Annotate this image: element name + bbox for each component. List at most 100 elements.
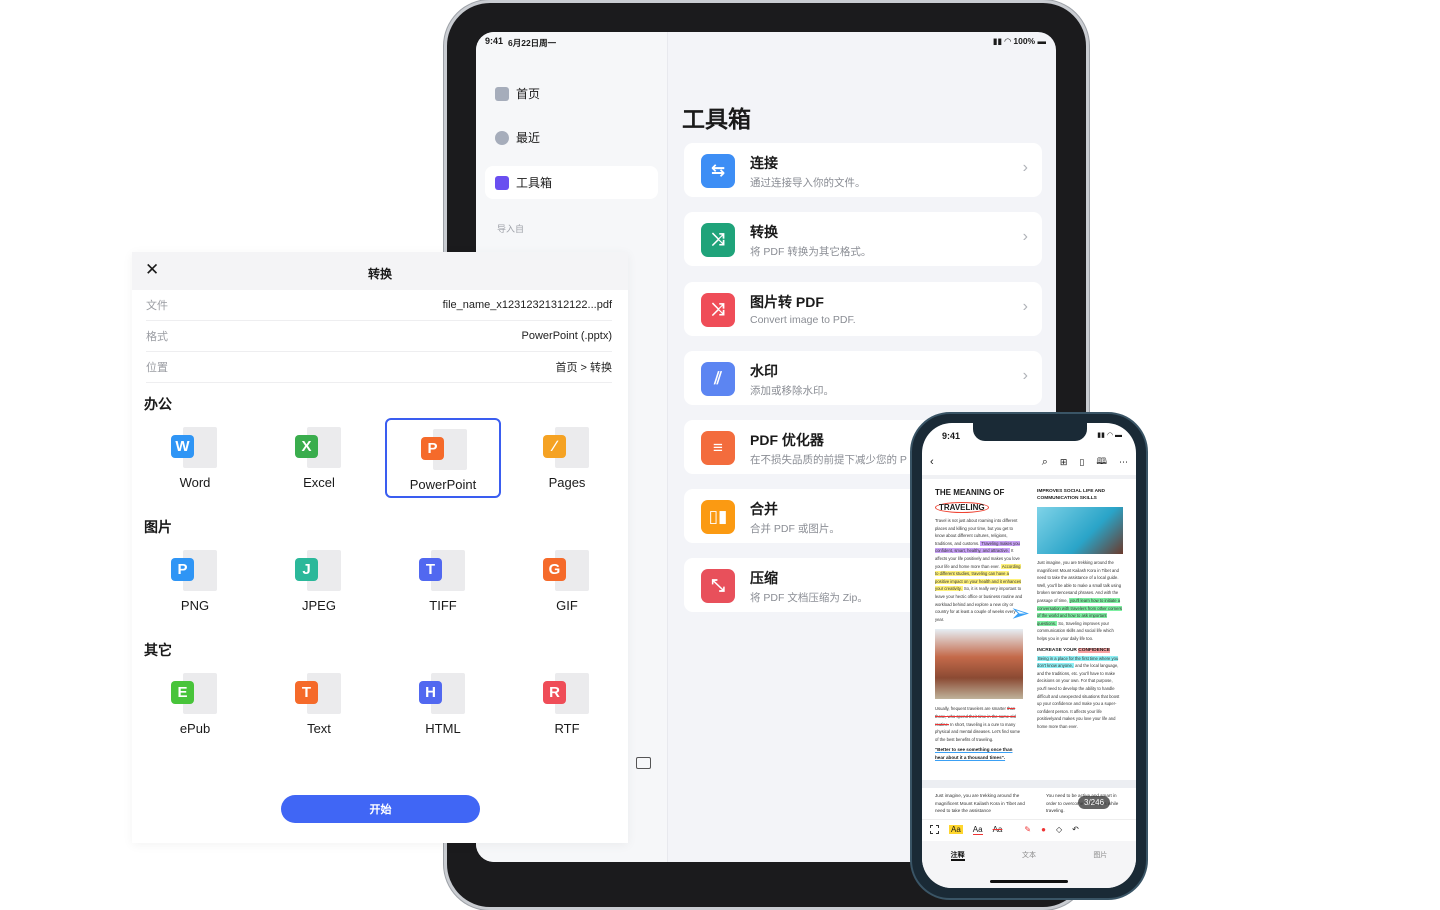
reader-toolbar: ‹ ⌕ ⊞ ▯ 🕮 ⋯ (922, 449, 1136, 475)
format-option-tiff[interactable]: T TIFF (385, 541, 501, 621)
back-icon[interactable]: ‹ (930, 456, 934, 468)
section-title: 办公 (144, 396, 172, 412)
page-indicator: 3/246 (1078, 796, 1111, 809)
tool-card[interactable]: ⇆ 连接 通过连接导入你的文件。 › (684, 143, 1042, 197)
format-option-html[interactable]: H HTML (385, 664, 501, 744)
format-label: RTF (554, 721, 580, 736)
doc-heading: IMPROVES SOCIAL LIFE AND COMMUNICATION S… (1037, 489, 1105, 501)
format-option-gif[interactable]: G GIF (509, 541, 625, 621)
text-run: Just imagine, you are trekking around th… (1037, 560, 1122, 603)
book-icon[interactable]: 🕮 (1096, 454, 1107, 470)
format-badge-icon: H (419, 681, 442, 704)
tool-card[interactable]: ⤨ 转换 将 PDF 转换为其它格式。 › (684, 212, 1042, 266)
underline-tool[interactable]: Aa (972, 825, 983, 835)
sidebar-item-recent[interactable]: 最近 (485, 121, 658, 154)
format-row[interactable]: 格式 PowerPoint (.pptx) (146, 321, 612, 352)
strikethrough-tool[interactable]: Aa (993, 825, 1003, 834)
tool-title: PDF 优化器 (750, 432, 824, 448)
row-value: file_name_x12312321312122...pdf (442, 299, 612, 311)
image-to-pdf-icon: ⤨ (701, 293, 735, 327)
format-label: Pages (548, 475, 586, 490)
import-from-label: 导入自 (497, 224, 525, 234)
format-badge-icon: E (171, 681, 194, 704)
tool-subtitle: Convert image to PDF. (750, 314, 856, 326)
tool-title: 合并 (750, 501, 778, 517)
status-battery: ▮▮ ◠ 100% ▬ (992, 36, 1046, 46)
tool-subtitle: 添加或移除水印。 (750, 385, 834, 397)
compress-icon: ⤡ (701, 569, 735, 603)
doc-heading-highlight: CONFIDENCE (1078, 647, 1110, 653)
text-run: Usually, frequent travelers are smarter (935, 706, 1008, 712)
status-time: 9:41 (485, 36, 504, 46)
format-label: PowerPoint (409, 477, 477, 492)
home-indicator (990, 880, 1068, 883)
tab-2[interactable]: 图片 (1093, 850, 1107, 888)
convert-icon: ⤨ (701, 223, 735, 257)
doc-paragraph: Just imagine, you are trekking around th… (1037, 559, 1123, 643)
format-option-rtf[interactable]: R RTF (509, 664, 625, 744)
select-area-icon[interactable] (930, 825, 939, 834)
doc-heading: INCREASE YOUR (1037, 647, 1077, 653)
section-title: 其它 (144, 642, 172, 658)
optimizer-icon: ≡ (701, 431, 735, 465)
highlight-tool[interactable]: Aa (949, 825, 963, 834)
format-badge-icon: ∕ (543, 435, 566, 458)
location-row[interactable]: 位置 首页 > 转换 (146, 352, 612, 383)
sidebar-item-home[interactable]: 首页 (485, 77, 658, 110)
format-option-powerpoint[interactable]: P PowerPoint (385, 418, 501, 498)
format-option-text[interactable]: T Text (261, 664, 377, 744)
dialog-header: ✕ 转换 (132, 252, 628, 290)
search-icon[interactable]: ⌕ (1042, 456, 1048, 469)
phone-status-time: 9:41 (942, 431, 961, 441)
format-badge-icon: W (171, 435, 194, 458)
format-label: Excel (303, 475, 335, 490)
text-run: and the local language, and the traditio… (1037, 663, 1120, 729)
format-option-png[interactable]: P PNG (137, 541, 253, 621)
chevron-right-icon: › (1022, 228, 1028, 245)
tool-title: 压缩 (750, 570, 778, 586)
grid-icon[interactable]: ⊞ (1060, 457, 1068, 468)
sidebar-toggle-icon[interactable] (636, 757, 651, 769)
format-option-jpeg[interactable]: J JPEG (261, 541, 377, 621)
format-label: JPEG (302, 598, 336, 613)
pen-icon[interactable]: ✎ (1024, 825, 1031, 834)
more-icon[interactable]: ⋯ (1119, 457, 1128, 468)
eraser-icon[interactable]: ◇ (1056, 825, 1062, 834)
bookmark-icon[interactable]: ▯ (1079, 457, 1084, 468)
format-badge-icon: J (295, 558, 318, 581)
format-option-excel[interactable]: X Excel (261, 418, 377, 498)
format-badge-icon: X (295, 435, 318, 458)
home-icon (495, 86, 509, 101)
clock-icon (495, 130, 509, 145)
phone-status-icons: ▮▮ ◠ ▬ (1097, 432, 1122, 439)
row-key: 格式 (146, 331, 168, 343)
tool-subtitle: 将 PDF 文档压缩为 Zip。 (750, 592, 868, 604)
start-button[interactable]: 开始 (281, 795, 480, 823)
chevron-right-icon: › (1022, 367, 1028, 384)
format-option-pages[interactable]: ∕ Pages (509, 418, 625, 498)
convert-dialog: ✕ 转换 文件 file_name_x12312321312122...pdf 格… (132, 252, 628, 843)
toolbox-icon (495, 175, 509, 190)
sidebar-item-toolbox[interactable]: 工具箱 (485, 166, 658, 199)
chevron-right-icon: › (1022, 159, 1028, 176)
tab-0[interactable]: 注释 (950, 850, 965, 861)
tool-card[interactable]: ⤨ 图片转 PDF Convert image to PDF. › (684, 282, 1042, 336)
tool-card[interactable]: ⫽ 水印 添加或移除水印。 › (684, 351, 1042, 405)
file-row: 文件 file_name_x12312321312122...pdf (146, 290, 612, 321)
format-option-epub[interactable]: EePub (137, 664, 253, 744)
color-picker-icon[interactable]: ● (1041, 825, 1046, 834)
undo-icon[interactable]: ↶ (1072, 825, 1079, 834)
battery-percent: 100% (1013, 36, 1036, 46)
format-label: Text (307, 721, 331, 736)
format-label: HTML (425, 721, 461, 736)
tool-title: 水印 (750, 363, 778, 379)
tool-subtitle: 将 PDF 转换为其它格式。 (750, 246, 872, 258)
doc-title: THE MEANING OF (935, 488, 1005, 497)
sidebar-item-label: 最近 (516, 131, 541, 145)
document-page: THE MEANING OF TRAVELING Travel is not j… (922, 475, 1136, 780)
format-label: GIF (556, 598, 578, 613)
desert-road-image (935, 629, 1023, 700)
format-label: PNG (180, 598, 210, 613)
format-badge-icon: P (171, 558, 194, 581)
format-option-word[interactable]: W Word (137, 418, 253, 498)
